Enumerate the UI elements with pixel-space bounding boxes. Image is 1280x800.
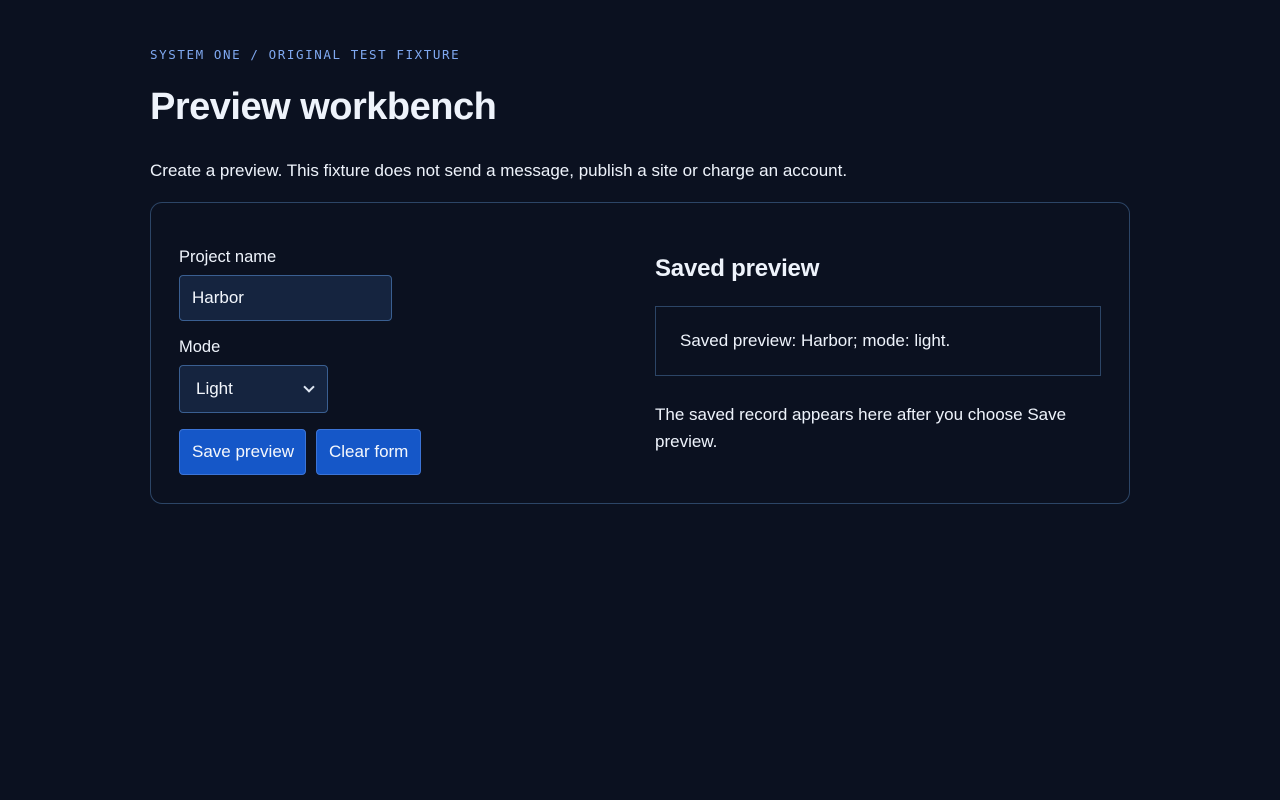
project-name-label: Project name: [179, 248, 277, 266]
breadcrumb: SYSTEM ONE / ORIGINAL TEST FIXTURE: [150, 47, 461, 62]
saved-preview-note: The saved record appears here after you …: [655, 405, 1067, 451]
project-name-input[interactable]: [179, 275, 392, 321]
page-title: Preview workbench: [150, 86, 497, 128]
mode-select[interactable]: Light: [179, 365, 328, 413]
chevron-down-icon: [303, 381, 315, 393]
saved-preview-heading: Saved preview: [655, 255, 820, 282]
workbench-card: Project name Mode Light Save preview Cle…: [150, 202, 1130, 504]
save-preview-button[interactable]: Save preview: [179, 429, 306, 475]
mode-select-value: Light: [196, 379, 233, 398]
saved-preview-output: Saved preview: Harbor; mode: light.: [655, 306, 1101, 376]
page-intro: Create a preview. This fixture does not …: [150, 161, 848, 180]
mode-label: Mode: [179, 338, 221, 356]
saved-preview-text: Saved preview: Harbor; mode: light.: [680, 331, 951, 350]
clear-form-button[interactable]: Clear form: [316, 429, 421, 475]
